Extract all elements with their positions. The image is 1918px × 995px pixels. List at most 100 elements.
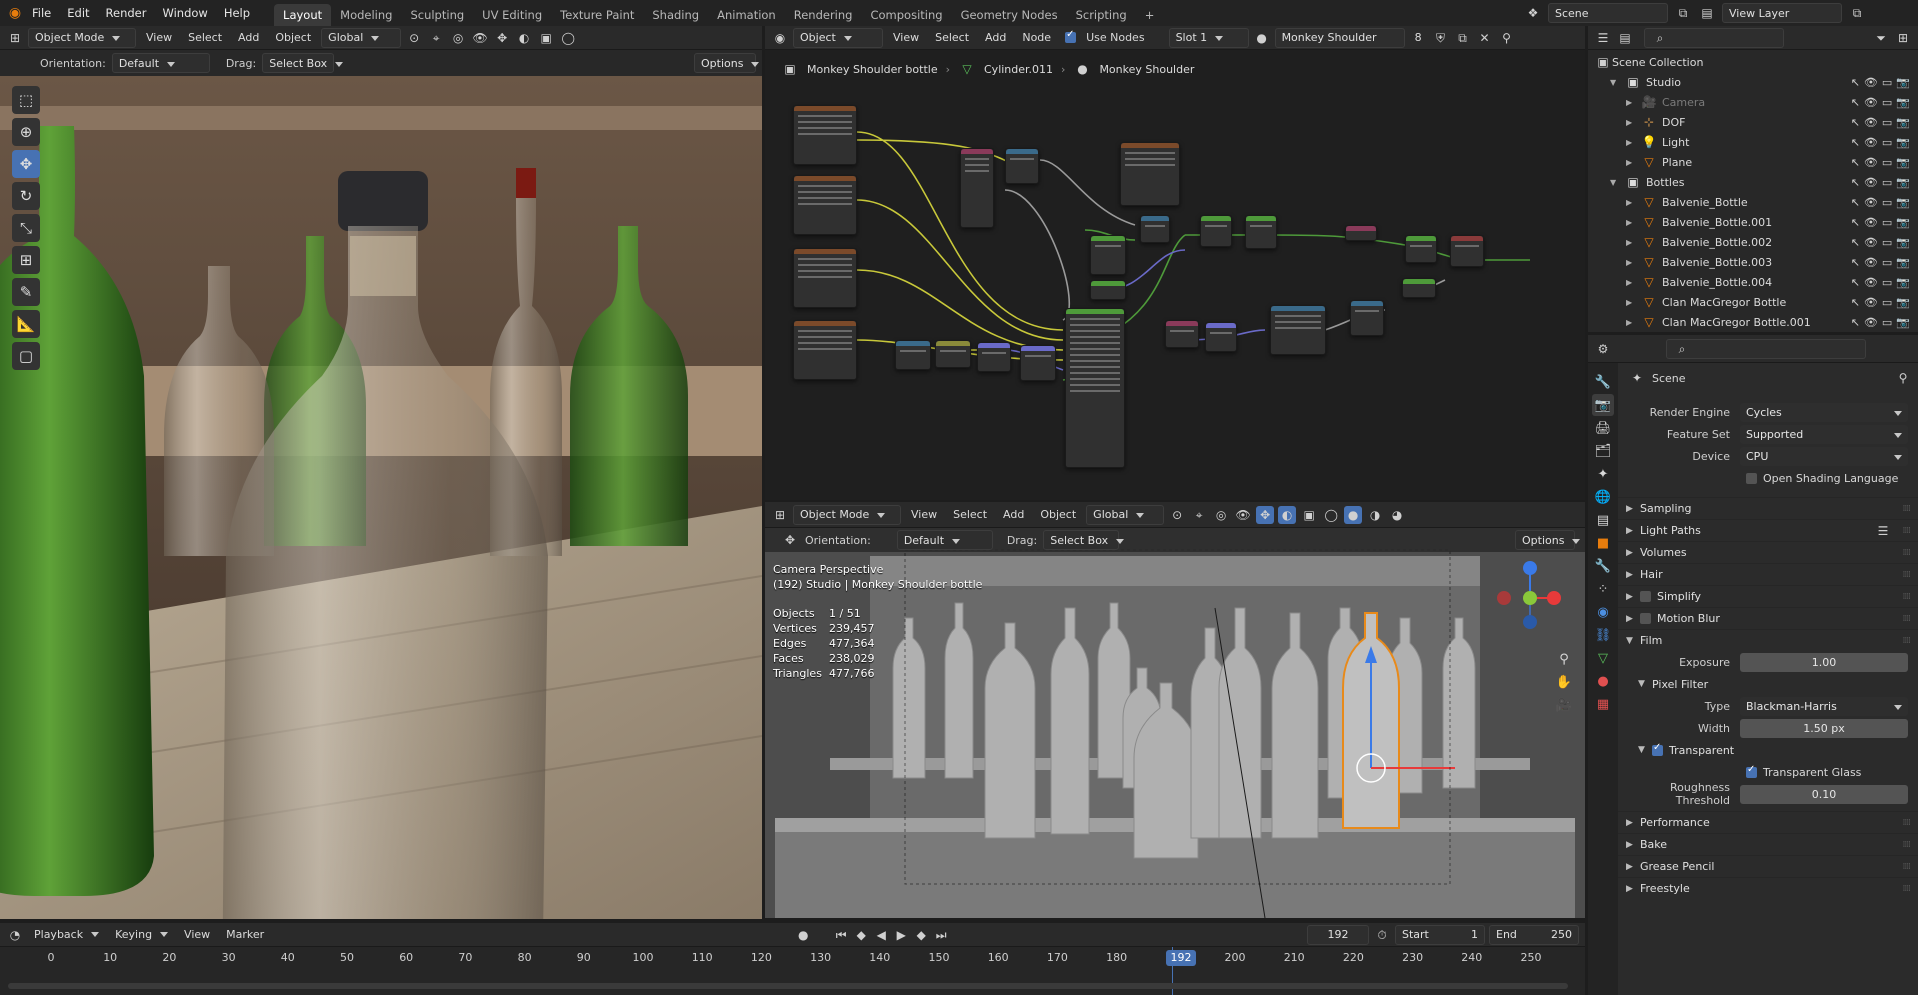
menu-edit[interactable]: Edit bbox=[59, 0, 97, 26]
shader-node[interactable] bbox=[1405, 235, 1437, 263]
view-layer-selector[interactable]: View Layer bbox=[1722, 3, 1842, 23]
shading-rendered-icon[interactable]: ◕ bbox=[1388, 506, 1406, 524]
section-sampling[interactable]: ▶ Sampling ⁞⁞⁞⁞ bbox=[1618, 497, 1918, 519]
tab-animation[interactable]: Animation bbox=[708, 4, 785, 26]
eye-icon[interactable]: 👁 bbox=[1864, 256, 1878, 269]
add-shader-node[interactable] bbox=[1345, 225, 1377, 241]
outliner-item-balvenie-bottle[interactable]: ▶ ▽ Balvenie_Bottle ↖ 👁 ▭ 📷 bbox=[1594, 192, 1910, 212]
view-layer-copy-icon[interactable]: ⧉ bbox=[1848, 4, 1866, 22]
properties-type-icon[interactable]: ⚙ bbox=[1594, 340, 1612, 358]
section-motion-blur[interactable]: ▶ Motion Blur ⁞⁞⁞⁞ bbox=[1618, 607, 1918, 629]
select-arrow-icon[interactable]: ↖ bbox=[1851, 96, 1860, 109]
outliner-item-clan-macgregor-bottle[interactable]: ▶ ▽ Clan MacGregor Bottle ↖ 👁 ▭ 📷 bbox=[1594, 292, 1910, 312]
filter-width-field[interactable]: 1.50 px bbox=[1740, 718, 1908, 738]
eye-icon[interactable]: 👁 bbox=[1864, 196, 1878, 209]
annotate-tool[interactable]: ✎ bbox=[12, 278, 40, 306]
chevron-right-icon[interactable]: ▶ bbox=[1626, 158, 1640, 167]
render-icon[interactable]: 📷 bbox=[1896, 76, 1910, 89]
shading-material-icon[interactable]: ◑ bbox=[1366, 506, 1384, 524]
transform-orientation[interactable]: Global bbox=[1086, 504, 1165, 525]
math-node[interactable] bbox=[1402, 278, 1436, 298]
tab-shading[interactable]: Shading bbox=[643, 4, 708, 26]
play-reverse-icon[interactable]: ◀ bbox=[872, 926, 890, 944]
camera-view-icon[interactable]: 🎥 bbox=[1553, 694, 1575, 716]
editor-type-icon[interactable]: ⊞ bbox=[6, 29, 24, 47]
select-arrow-icon[interactable]: ↖ bbox=[1851, 136, 1860, 149]
section-film[interactable]: ▼ Film ⁞⁞⁞⁞ bbox=[1618, 629, 1918, 651]
feature-set-dropdown[interactable]: Supported bbox=[1740, 424, 1908, 444]
motion-blur-checkbox[interactable] bbox=[1640, 613, 1651, 624]
transform-orientation[interactable]: Global bbox=[321, 27, 402, 48]
playhead-frame[interactable]: 192 bbox=[1166, 950, 1196, 966]
material-tab-icon[interactable]: ● bbox=[1592, 670, 1614, 692]
playback-menu[interactable]: Playback bbox=[28, 925, 105, 945]
add-workspace-icon[interactable]: + bbox=[1136, 4, 1164, 26]
simplify-checkbox[interactable] bbox=[1640, 591, 1651, 602]
view-layer-tab-icon[interactable]: 🗂 bbox=[1592, 440, 1614, 462]
eye-icon[interactable]: 👁 bbox=[1864, 76, 1878, 89]
material-output-node[interactable] bbox=[1450, 235, 1484, 267]
node-canvas[interactable]: ▣ Monkey Shoulder bottle › ▽ Cylinder.01… bbox=[765, 50, 1585, 500]
scene-copy-icon[interactable]: ⧉ bbox=[1674, 4, 1692, 22]
scene-tab-icon[interactable]: ✦ bbox=[1592, 463, 1614, 485]
osl-checkbox[interactable] bbox=[1746, 472, 1757, 484]
blender-logo-icon[interactable]: ◉ bbox=[6, 4, 24, 22]
timeline-area[interactable]: 0 10 20 30 40 50 60 70 80 90 100 110 120 130 140 150 160… bbox=[0, 947, 1585, 995]
start-frame-field[interactable]: Start 1 bbox=[1395, 924, 1485, 945]
vector-node[interactable] bbox=[1205, 322, 1237, 352]
overlay-icon[interactable]: ◐ bbox=[515, 29, 533, 47]
chevron-down-icon[interactable]: ▼ bbox=[1610, 78, 1624, 87]
chevron-down-icon[interactable]: ▼ bbox=[1610, 178, 1624, 187]
timeline-view-menu[interactable]: View bbox=[178, 925, 216, 945]
hue-node[interactable] bbox=[1020, 345, 1056, 381]
pin-icon[interactable]: ⚲ bbox=[1894, 369, 1912, 387]
select-arrow-icon[interactable]: ↖ bbox=[1851, 236, 1860, 249]
options-button[interactable]: Options bbox=[694, 53, 756, 73]
outliner-item-clan-macgregor-bottle-001[interactable]: ▶ ▽ Clan MacGregor Bottle.001 ↖ 👁 ▭ 📷 bbox=[1594, 312, 1910, 332]
viewport-icon[interactable]: ▭ bbox=[1882, 136, 1892, 149]
menu-help[interactable]: Help bbox=[216, 0, 258, 26]
render-icon[interactable]: 📷 bbox=[1896, 216, 1910, 229]
select-arrow-icon[interactable]: ↖ bbox=[1851, 276, 1860, 289]
tab-rendering[interactable]: Rendering bbox=[785, 4, 862, 26]
render-icon[interactable]: 📷 bbox=[1896, 316, 1910, 329]
section-bake[interactable]: ▶ Bake ⁞⁞⁞⁞ bbox=[1618, 833, 1918, 855]
shading-solid-icon[interactable]: ● bbox=[1344, 505, 1363, 524]
eye-icon[interactable]: 👁 bbox=[1864, 136, 1878, 149]
chevron-right-icon[interactable]: ▶ bbox=[1626, 98, 1640, 107]
viewport-icon[interactable]: ▭ bbox=[1882, 176, 1892, 189]
snap-icon[interactable]: ⌖ bbox=[1190, 506, 1208, 524]
viewport-icon[interactable]: ▭ bbox=[1882, 156, 1892, 169]
section-grease-pencil[interactable]: ▶ Grease Pencil ⁞⁞⁞⁞ bbox=[1618, 855, 1918, 877]
output-tab-icon[interactable]: 🖨 bbox=[1592, 417, 1614, 439]
image-texture-node[interactable] bbox=[793, 175, 857, 235]
outliner-item-bottles[interactable]: ▼ ▣ Bottles ↖ 👁 ▭ 📷 bbox=[1594, 172, 1910, 192]
filter-icon[interactable]: ⏷ bbox=[1872, 29, 1890, 47]
new-collection-icon[interactable]: ⊞ bbox=[1894, 29, 1912, 47]
image-texture-node[interactable] bbox=[793, 320, 857, 380]
select-arrow-icon[interactable]: ↖ bbox=[1851, 116, 1860, 129]
outliner-item-camera[interactable]: ▶ 🎥 Camera ↖ 👁 ▭ 📷 bbox=[1594, 92, 1910, 112]
node-menu-select[interactable]: Select bbox=[929, 28, 975, 48]
viewport-icon[interactable]: ▭ bbox=[1882, 276, 1892, 289]
render-icon[interactable]: 📷 bbox=[1896, 276, 1910, 289]
particles-tab-icon[interactable]: ⁘ bbox=[1592, 578, 1614, 600]
tab-scripting[interactable]: Scripting bbox=[1067, 4, 1136, 26]
marker-menu[interactable]: Marker bbox=[220, 925, 270, 945]
eye-icon[interactable]: 👁 bbox=[1864, 316, 1878, 329]
options-button[interactable]: Options bbox=[1515, 530, 1575, 550]
next-keyframe-icon[interactable]: ◆ bbox=[912, 926, 930, 944]
chevron-right-icon[interactable]: ▶ bbox=[1626, 118, 1640, 127]
texture-coordinate-node[interactable] bbox=[1270, 305, 1326, 355]
math-node[interactable] bbox=[1005, 148, 1039, 184]
eye-icon[interactable]: 👁 bbox=[1864, 176, 1878, 189]
tab-layout[interactable]: Layout bbox=[274, 4, 332, 26]
exposure-field[interactable]: 1.00 bbox=[1740, 652, 1908, 672]
menu-add[interactable]: Add bbox=[232, 28, 265, 48]
image-texture-node[interactable] bbox=[793, 105, 857, 165]
filter-type-dropdown[interactable]: Blackman-Harris bbox=[1740, 696, 1908, 716]
unlink-material-icon[interactable]: ✕ bbox=[1476, 29, 1494, 47]
select-arrow-icon[interactable]: ↖ bbox=[1851, 196, 1860, 209]
mapping-node[interactable] bbox=[1350, 300, 1384, 336]
slot-selector[interactable]: Slot 1 bbox=[1168, 27, 1249, 48]
